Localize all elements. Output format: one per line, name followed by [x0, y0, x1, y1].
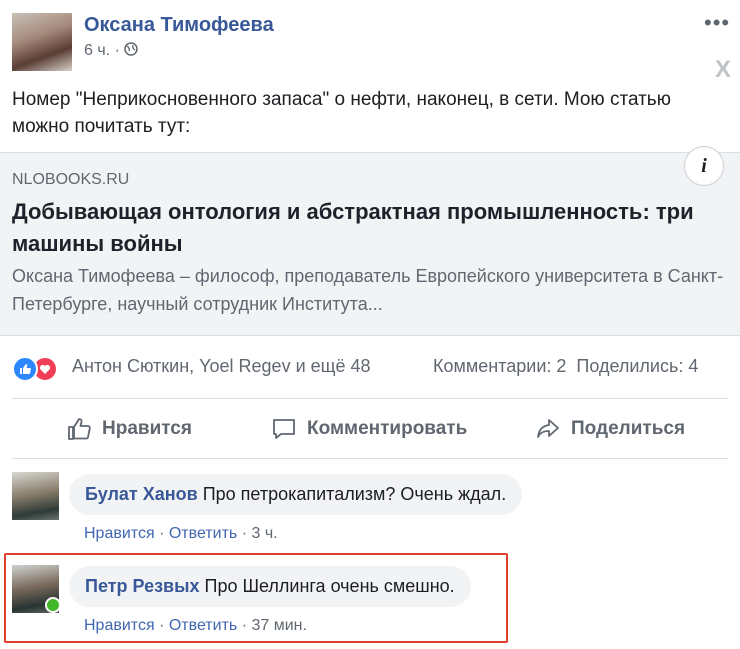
like-reaction-icon	[12, 356, 38, 382]
divider	[12, 398, 728, 399]
info-icon[interactable]: i	[684, 146, 724, 186]
comment-button[interactable]: Комментировать	[271, 412, 467, 446]
post-text: Номер "Неприкосновенного запаса" о нефти…	[12, 89, 671, 137]
highlight-frame	[4, 553, 508, 643]
link-domain: NLOBOOKS.RU	[12, 171, 130, 188]
link-description: Оксана Тимофеева – философ, преподавател…	[12, 266, 724, 314]
author-avatar[interactable]	[12, 13, 72, 71]
share-button-label: Поделиться	[571, 418, 686, 439]
post-time[interactable]: 6 ч.	[84, 42, 110, 59]
share-arrow-icon	[537, 419, 559, 438]
reaction-names[interactable]: Антон Сюткин, Yoel Regev и ещё 48	[72, 356, 370, 377]
commenter-avatar[interactable]	[12, 472, 59, 520]
comment-bubble-icon	[273, 419, 295, 439]
more-dots-icon[interactable]: •••	[704, 10, 730, 36]
commenter-name[interactable]: Булат Ханов	[85, 484, 198, 504]
comment-actions: Нравится · Ответить · 3 ч.	[84, 525, 278, 543]
link-title[interactable]: Добывающая онтология и абстрактная промы…	[12, 196, 727, 260]
separator: ·	[159, 525, 165, 542]
close-icon[interactable]: X	[715, 56, 731, 84]
post-meta: 6 ч. ·	[84, 42, 139, 60]
share-button[interactable]: Поделиться	[535, 412, 685, 446]
comment-text: Про петрокапитализм? Очень ждал.	[202, 484, 507, 504]
thumb-up-icon	[68, 418, 91, 440]
meta-separator: ·	[114, 42, 120, 59]
comment-like-link[interactable]: Нравится	[84, 525, 155, 542]
post-author-name[interactable]: Оксана Тимофеева	[84, 14, 274, 37]
like-button-label: Нравится	[102, 418, 192, 439]
separator: ·	[241, 525, 248, 542]
divider	[12, 458, 728, 459]
like-button[interactable]: Нравится	[66, 412, 192, 446]
comment-button-label: Комментировать	[307, 418, 468, 439]
comment-reply-link[interactable]: Ответить	[169, 525, 237, 542]
comment-share-counts[interactable]: Комментарии: 2 Поделились: 4	[433, 356, 698, 377]
comment-bubble: Булат Ханов Про петрокапитализм? Очень ж…	[69, 474, 523, 515]
globe-icon	[124, 42, 139, 59]
comment-time[interactable]: 3 ч.	[251, 525, 277, 542]
